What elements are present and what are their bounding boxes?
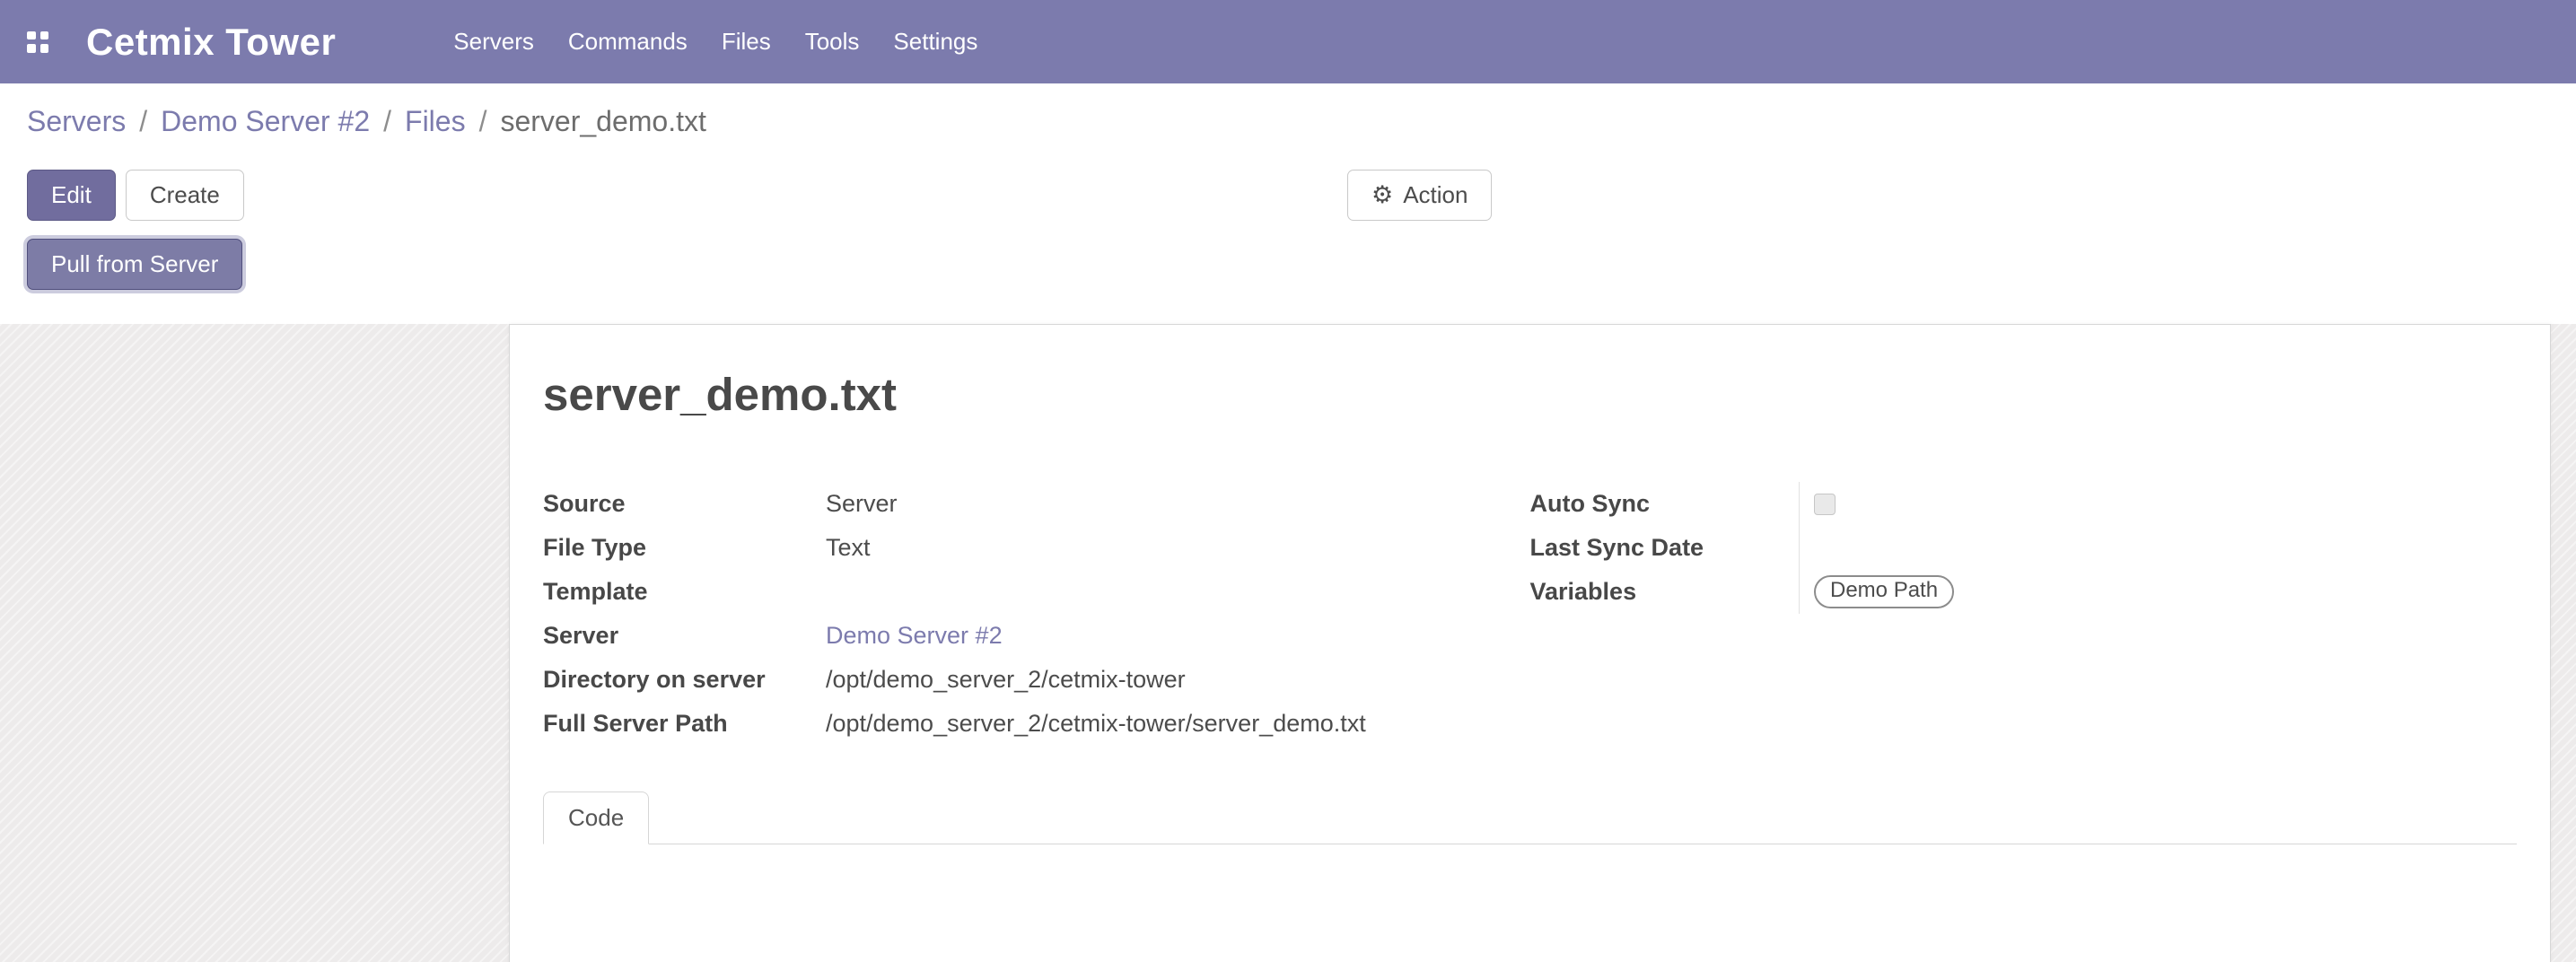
action-button[interactable]: ⚙ Action bbox=[1347, 170, 1492, 221]
field-row-server: Server Demo Server #2 bbox=[543, 614, 1530, 658]
field-value bbox=[1800, 526, 2518, 570]
form-title: server_demo.txt bbox=[543, 368, 2517, 421]
nav-item-commands[interactable]: Commands bbox=[551, 28, 705, 56]
field-value: /opt/demo_server_2/cetmix-tower/server_d… bbox=[826, 702, 1530, 746]
app-title[interactable]: Cetmix Tower bbox=[86, 21, 336, 64]
breadcrumb-demo-server[interactable]: Demo Server #2 bbox=[161, 105, 370, 138]
breadcrumb-separator: / bbox=[383, 105, 391, 138]
field-label: Source bbox=[543, 482, 826, 526]
apps-square bbox=[27, 44, 36, 53]
field-value: /opt/demo_server_2/cetmix-tower bbox=[826, 658, 1530, 702]
server-link[interactable]: Demo Server #2 bbox=[826, 622, 1003, 649]
breadcrumb-separator: / bbox=[479, 105, 487, 138]
field-row-last-sync: Last Sync Date bbox=[1530, 526, 2518, 570]
field-value bbox=[826, 570, 1530, 614]
field-group-right: Auto Sync Last Sync Date Variables Demo … bbox=[1530, 482, 2518, 614]
breadcrumb-files[interactable]: Files bbox=[405, 105, 466, 138]
apps-square bbox=[27, 31, 36, 40]
field-label: Directory on server bbox=[543, 658, 826, 702]
field-value: Text bbox=[826, 526, 1530, 570]
nav-item-files[interactable]: Files bbox=[705, 28, 788, 56]
field-value: Server bbox=[826, 482, 1530, 526]
breadcrumb-servers[interactable]: Servers bbox=[27, 105, 126, 138]
field-row-directory: Directory on server /opt/demo_server_2/c… bbox=[543, 658, 1530, 702]
edit-button[interactable]: Edit bbox=[27, 170, 116, 221]
tab-code[interactable]: Code bbox=[543, 791, 649, 844]
gear-icon: ⚙ bbox=[1371, 183, 1393, 207]
field-label: Full Server Path bbox=[543, 702, 826, 746]
field-row-variables: Variables Demo Path bbox=[1530, 570, 2518, 614]
field-label: Auto Sync bbox=[1530, 482, 1800, 526]
form-view-background: server_demo.txt Source Server File Type … bbox=[0, 324, 2576, 962]
field-label: File Type bbox=[543, 526, 826, 570]
field-row-file-type: File Type Text bbox=[543, 526, 1530, 570]
field-label: Template bbox=[543, 570, 826, 614]
notebook-tabs: Code bbox=[543, 791, 2517, 844]
nav-item-settings[interactable]: Settings bbox=[876, 28, 994, 56]
create-button[interactable]: Create bbox=[126, 170, 244, 221]
apps-square bbox=[40, 31, 49, 40]
field-label: Last Sync Date bbox=[1530, 526, 1800, 570]
tab-code-content bbox=[543, 844, 2517, 962]
apps-menu-icon[interactable] bbox=[27, 31, 48, 53]
control-panel-buttons: Edit Create ⚙ Action bbox=[0, 160, 2576, 230]
top-navbar: Cetmix Tower Servers Commands Files Tool… bbox=[0, 0, 2576, 83]
field-row-source: Source Server bbox=[543, 482, 1530, 526]
breadcrumb-current: server_demo.txt bbox=[500, 105, 705, 138]
field-row-template: Template bbox=[543, 570, 1530, 614]
nav-item-servers[interactable]: Servers bbox=[436, 28, 551, 56]
variable-tag: Demo Path bbox=[1814, 575, 1954, 608]
form-sheet: server_demo.txt Source Server File Type … bbox=[509, 324, 2551, 962]
field-label: Variables bbox=[1530, 570, 1800, 614]
field-groups: Source Server File Type Text Template Se… bbox=[543, 482, 2517, 746]
pull-from-server-button[interactable]: Pull from Server bbox=[27, 239, 242, 290]
auto-sync-checkbox[interactable] bbox=[1814, 494, 1836, 515]
field-group-left: Source Server File Type Text Template Se… bbox=[543, 482, 1530, 746]
breadcrumb: Servers / Demo Server #2 / Files / serve… bbox=[0, 83, 2576, 160]
workflow-button-row: Pull from Server bbox=[0, 230, 2576, 296]
field-label: Server bbox=[543, 614, 826, 658]
apps-square bbox=[40, 44, 49, 53]
field-row-full-path: Full Server Path /opt/demo_server_2/cetm… bbox=[543, 702, 1530, 746]
nav-item-tools[interactable]: Tools bbox=[788, 28, 877, 56]
field-row-auto-sync: Auto Sync bbox=[1530, 482, 2518, 526]
action-button-label: Action bbox=[1403, 181, 1468, 209]
breadcrumb-separator: / bbox=[139, 105, 147, 138]
main-menu: Servers Commands Files Tools Settings bbox=[436, 28, 994, 56]
